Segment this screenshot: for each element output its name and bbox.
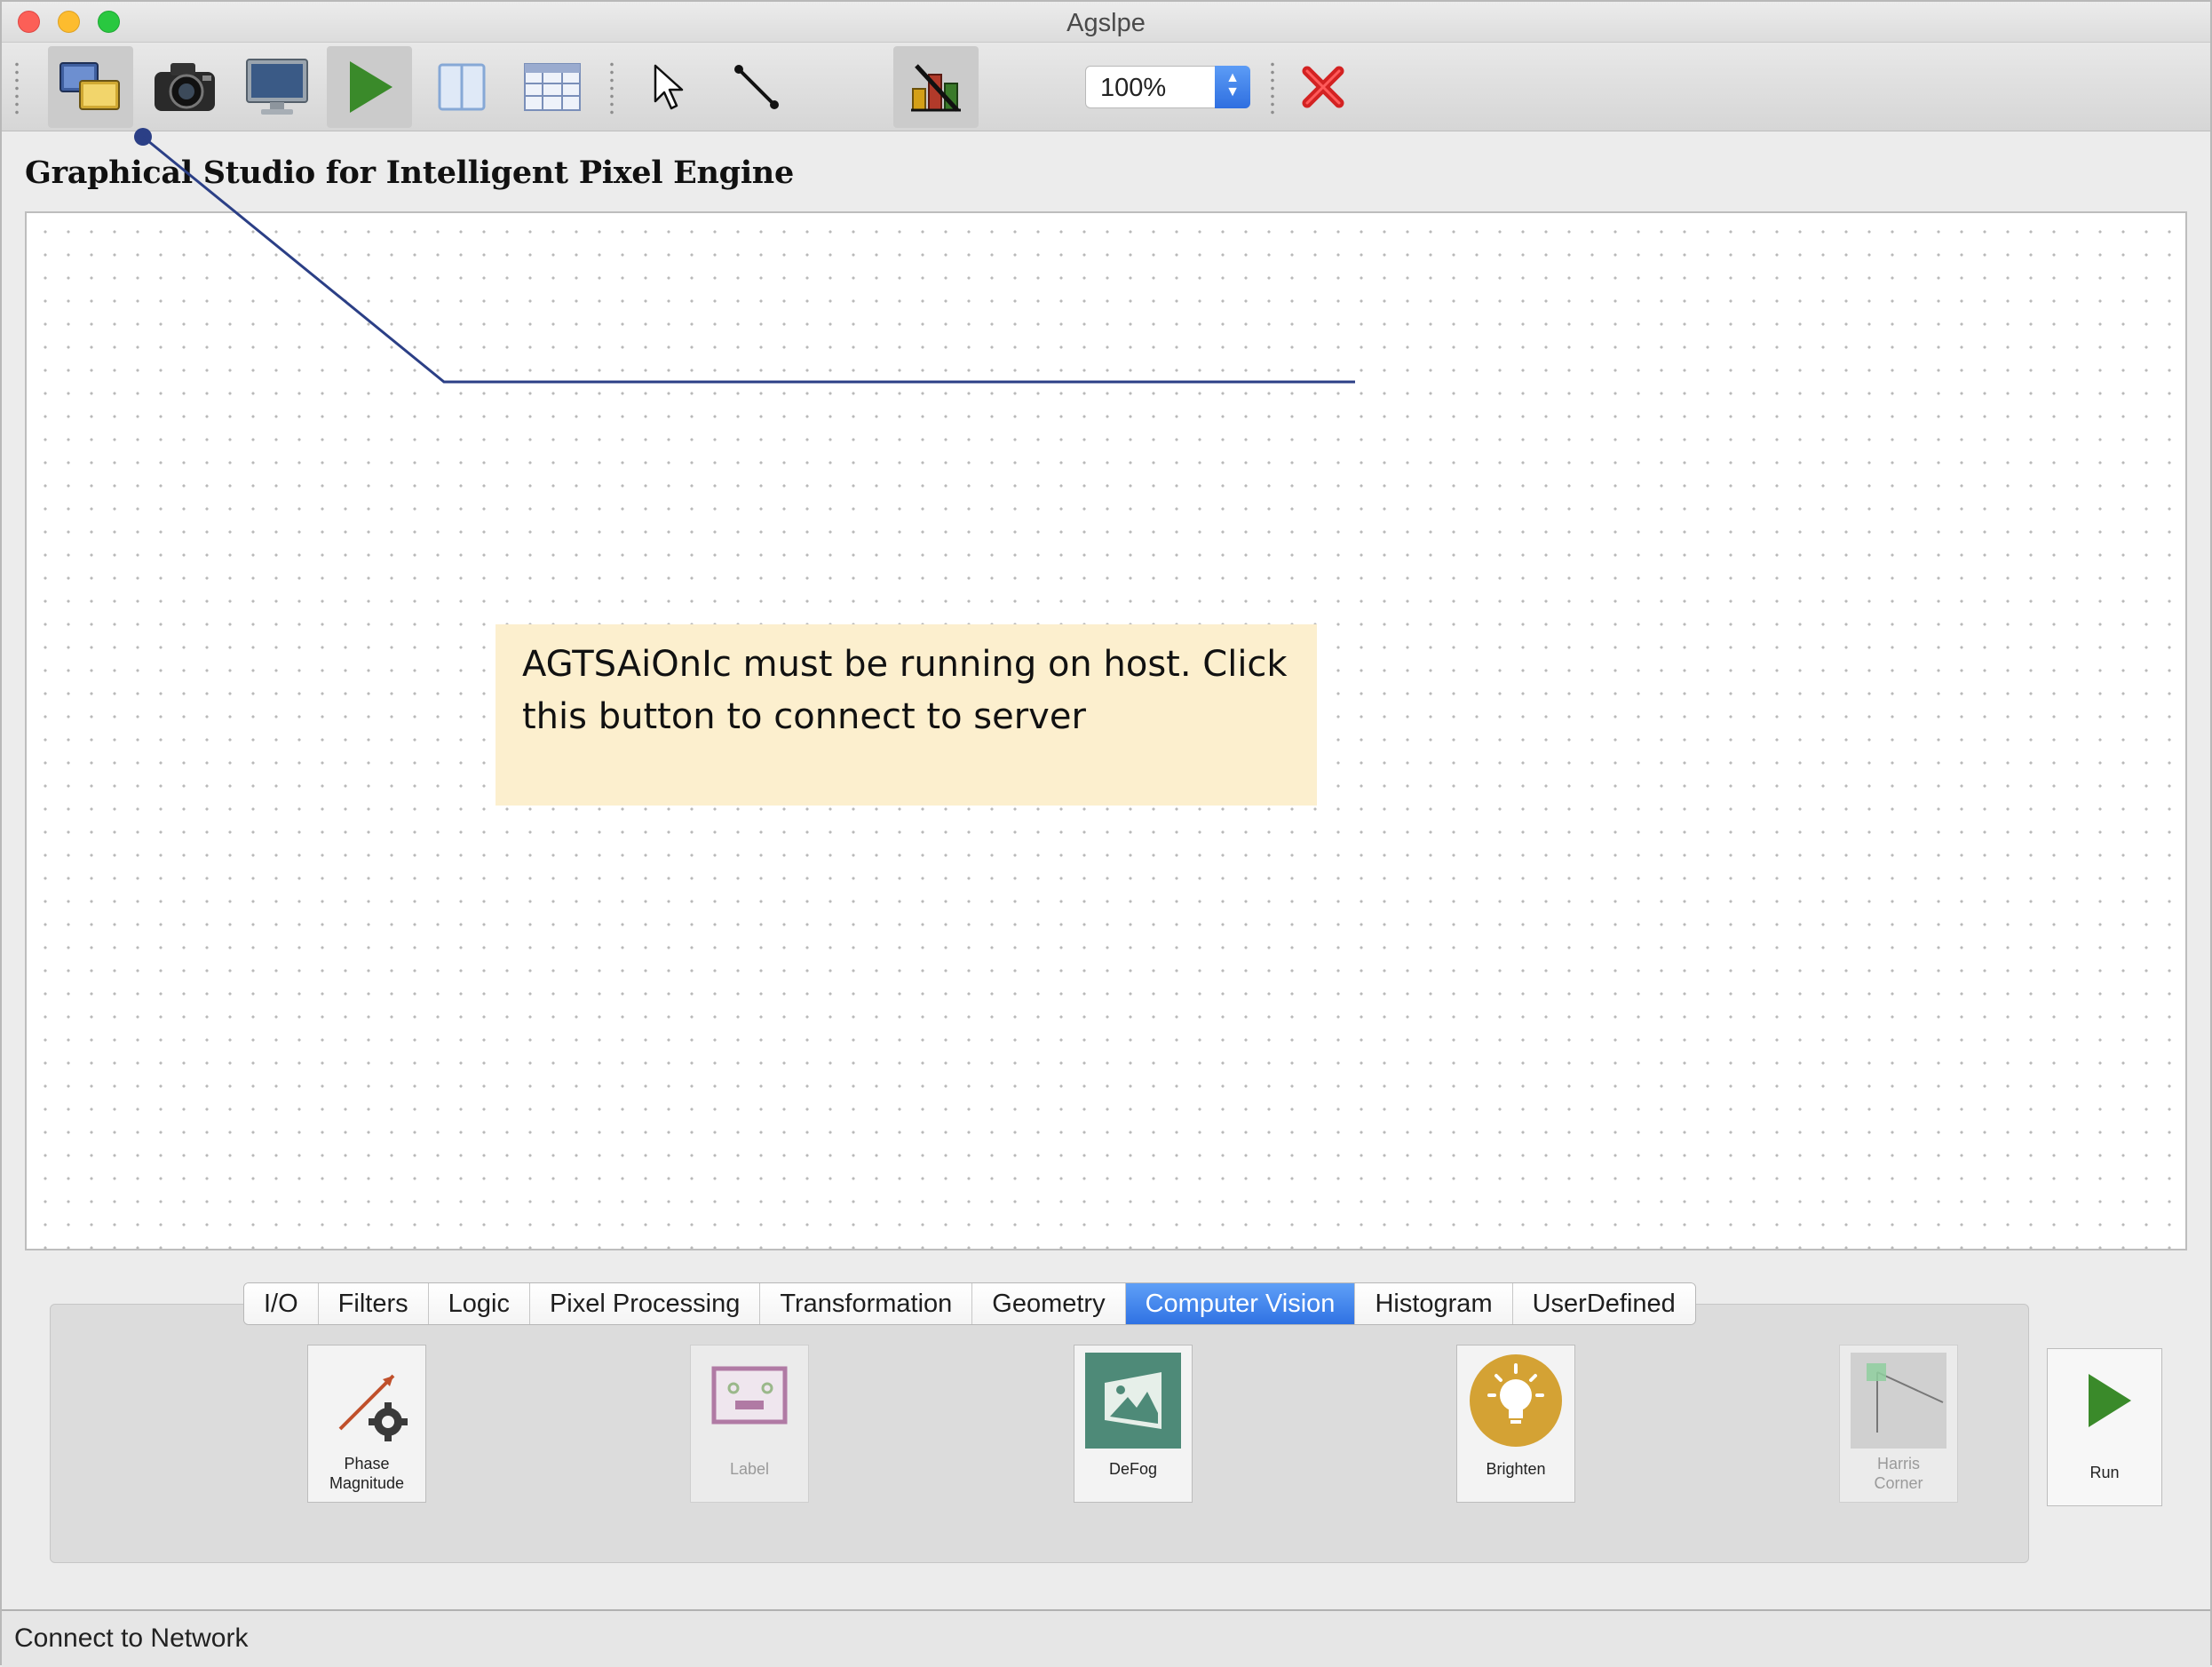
split-view-icon bbox=[438, 63, 486, 111]
callout-text: AGTSAiOnIc must be running on host. Clic… bbox=[522, 644, 1288, 737]
monitor-icon bbox=[246, 59, 308, 115]
toolbar-separator bbox=[609, 60, 614, 115]
harris-corner-icon bbox=[1851, 1353, 1946, 1449]
app-window: Agslpe 100% ▲ ▼ Graphical Studio for Int… bbox=[0, 0, 2212, 1667]
palette-run-button[interactable]: Run bbox=[2047, 1348, 2162, 1506]
tab-histogram[interactable]: Histogram bbox=[1355, 1283, 1513, 1324]
tab-filters[interactable]: Filters bbox=[318, 1283, 429, 1324]
toolbar: 100% ▲ ▼ bbox=[2, 43, 2210, 131]
tool-label-block[interactable]: Label bbox=[690, 1345, 809, 1503]
tool-harris-corner[interactable]: Harris Corner bbox=[1839, 1345, 1958, 1503]
split-view-button[interactable] bbox=[419, 46, 504, 128]
label-icon bbox=[711, 1366, 788, 1425]
tab-pixel-processing[interactable]: Pixel Processing bbox=[529, 1283, 761, 1324]
tab-transformation[interactable]: Transformation bbox=[760, 1283, 973, 1324]
pointer-icon bbox=[654, 64, 684, 110]
tab-io[interactable]: I/O bbox=[244, 1283, 319, 1324]
tool-brighten[interactable]: Brighten bbox=[1456, 1345, 1575, 1503]
tool-label: Run bbox=[2089, 1464, 2120, 1481]
window-title: Agslpe bbox=[1066, 9, 1146, 37]
lightbulb-icon bbox=[1470, 1354, 1562, 1447]
phase-magnitude-icon bbox=[338, 1374, 408, 1441]
stop-button[interactable] bbox=[1280, 46, 1366, 128]
table-view-button[interactable] bbox=[510, 46, 595, 128]
connect-tool-button[interactable] bbox=[714, 46, 799, 128]
zoom-value: 100% bbox=[1100, 74, 1167, 102]
help-callout: AGTSAiOnIc must be running on host. Clic… bbox=[496, 624, 1317, 806]
zoom-select[interactable]: 100% ▲ ▼ bbox=[1085, 66, 1250, 108]
status-bar: Connect to Network bbox=[2, 1609, 2210, 1667]
play-icon bbox=[350, 61, 392, 113]
disconnect-blocks-icon bbox=[911, 64, 961, 112]
tab-logic[interactable]: Logic bbox=[428, 1283, 530, 1324]
camera-button[interactable] bbox=[142, 46, 227, 128]
tab-geometry[interactable]: Geometry bbox=[972, 1283, 1126, 1324]
tool-defog[interactable]: DeFog bbox=[1074, 1345, 1193, 1503]
workspace-canvas[interactable]: AGTSAiOnIc must be running on host. Clic… bbox=[25, 211, 2187, 1250]
camera-icon bbox=[155, 63, 215, 111]
tool-label: Brighten bbox=[1486, 1460, 1546, 1478]
title-bar[interactable]: Agslpe bbox=[2, 2, 2210, 43]
tool-phase-magnitude[interactable]: Phase Magnitude bbox=[307, 1345, 426, 1503]
defog-icon bbox=[1085, 1353, 1181, 1449]
disconnect-button[interactable] bbox=[893, 46, 979, 128]
windows-connect-icon bbox=[59, 62, 120, 110]
display-button[interactable] bbox=[234, 46, 320, 128]
tool-label: Phase Magnitude bbox=[329, 1455, 405, 1492]
toolbar-grip[interactable] bbox=[14, 60, 20, 115]
status-text: Connect to Network bbox=[14, 1623, 249, 1653]
zoom-stepper-chevrons-icon[interactable]: ▲ ▼ bbox=[1215, 66, 1250, 108]
palette-tabs: I/O Filters Logic Pixel Processing Trans… bbox=[243, 1282, 1696, 1325]
red-x-icon bbox=[1302, 66, 1344, 108]
select-tool-button[interactable] bbox=[623, 46, 709, 128]
tool-label: Harris Corner bbox=[1874, 1455, 1923, 1492]
app-heading: Graphical Studio for Intelligent Pixel E… bbox=[25, 155, 794, 191]
toolbar-separator bbox=[1270, 60, 1275, 115]
play-icon bbox=[2089, 1374, 2131, 1427]
tab-userdefined[interactable]: UserDefined bbox=[1512, 1283, 1695, 1324]
table-icon bbox=[524, 63, 581, 111]
run-toolbar-button[interactable] bbox=[327, 46, 412, 128]
tool-label: DeFog bbox=[1108, 1460, 1158, 1478]
connect-network-button[interactable] bbox=[48, 46, 133, 128]
tab-computer-vision[interactable]: Computer Vision bbox=[1125, 1283, 1356, 1324]
connector-icon bbox=[734, 65, 779, 109]
tool-label: Label bbox=[729, 1460, 770, 1478]
